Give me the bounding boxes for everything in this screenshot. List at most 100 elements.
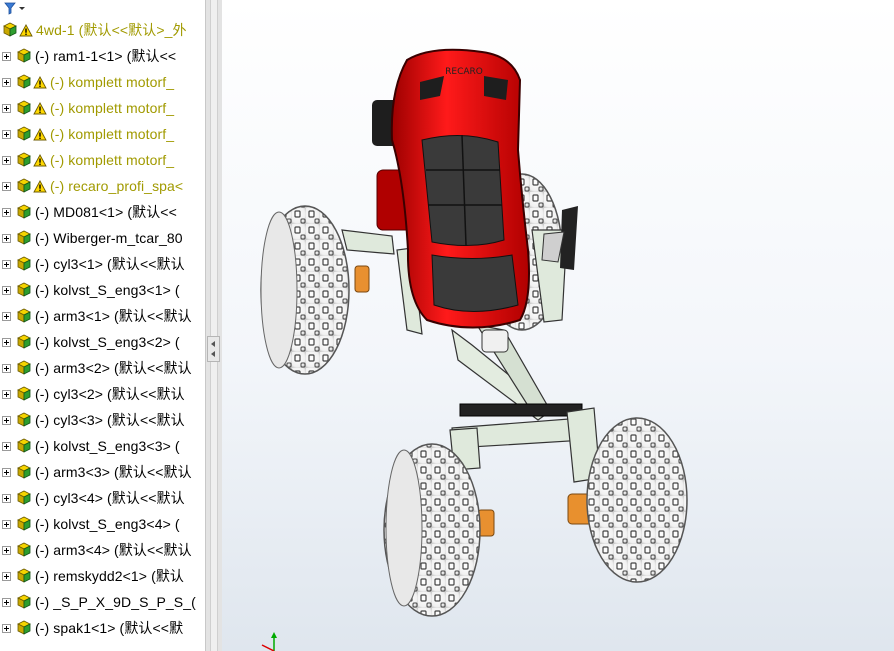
tree-node-label: (-) kolvst_S_eng3<1> ( xyxy=(35,282,180,298)
tree-node[interactable]: (-) arm3<2> (默认<<默认 xyxy=(0,356,205,380)
tree-node-label: (-) cyl3<4> (默认<<默认 xyxy=(35,490,185,506)
expand-toggle[interactable] xyxy=(2,77,11,87)
tree-root-label: 4wd-1 (默认<<默认>_外 xyxy=(36,22,187,38)
tree-node[interactable]: (-) kolvst_S_eng3<2> ( xyxy=(0,330,205,354)
tree-node[interactable]: (-) _S_P_X_9D_S_P_S_( xyxy=(0,590,205,614)
tree-node[interactable]: (-) MD081<1> (默认<< xyxy=(0,200,205,224)
front-left-tire[interactable] xyxy=(383,443,481,617)
tree-node[interactable]: (-) Wiberger-m_tcar_80 xyxy=(0,226,205,250)
expand-toggle[interactable] xyxy=(2,415,11,425)
tree-node[interactable]: (-) komplett motorf_ xyxy=(0,96,205,120)
tree-node[interactable]: (-) arm3<3> (默认<<默认 xyxy=(0,460,205,484)
expand-toggle[interactable] xyxy=(2,493,11,503)
filter-button[interactable] xyxy=(2,1,30,16)
tree-node[interactable]: (-) remskydd2<1> (默认 xyxy=(0,564,205,588)
warning-icon xyxy=(33,75,47,88)
tree-node[interactable]: (-) kolvst_S_eng3<3> ( xyxy=(0,434,205,458)
subassembly-icon xyxy=(17,516,31,531)
tree-node[interactable]: (-) ram1-1<1> (默认<< xyxy=(0,44,205,68)
warning-icon xyxy=(19,23,33,36)
subassembly-icon xyxy=(17,282,31,297)
expand-toggle[interactable] xyxy=(2,285,11,295)
tree-node[interactable]: (-) arm3<1> (默认<<默认 xyxy=(0,304,205,328)
tree-node[interactable]: (-) komplett motorf_ xyxy=(0,148,205,172)
seat-brand-text: RECARO xyxy=(445,67,483,77)
tree-node-label: (-) cyl3<1> (默认<<默认 xyxy=(35,256,185,272)
subassembly-icon xyxy=(17,256,31,271)
tree-node[interactable]: (-) cyl3<3> (默认<<默认 xyxy=(0,408,205,432)
tree-node-label: (-) remskydd2<1> (默认 xyxy=(35,568,185,584)
tree-filter-bar xyxy=(0,0,205,17)
collapse-arrows-icon xyxy=(211,341,215,357)
expand-toggle[interactable] xyxy=(2,233,11,243)
assembly-icon xyxy=(3,22,17,37)
tree-node[interactable]: (-) kolvst_S_eng3<4> ( xyxy=(0,512,205,536)
tree-node-label: (-) ram1-1<1> (默认<< xyxy=(35,48,177,64)
tree-node-label: (-) spak1<1> (默认<<默 xyxy=(35,620,184,636)
subassembly-icon xyxy=(17,464,31,479)
tree-node-label: (-) komplett motorf_ xyxy=(50,152,175,168)
tree-node[interactable]: (-) komplett motorf_ xyxy=(0,122,205,146)
splitter-grip[interactable] xyxy=(207,336,220,362)
tree-node[interactable]: (-) arm3<4> (默认<<默认 xyxy=(0,538,205,562)
expand-toggle[interactable] xyxy=(2,337,11,347)
tree-node[interactable]: (-) cyl3<2> (默认<<默认 xyxy=(0,382,205,406)
subassembly-icon xyxy=(17,360,31,375)
tree-node-label: (-) kolvst_S_eng3<2> ( xyxy=(35,334,180,350)
expand-toggle[interactable] xyxy=(2,311,11,321)
expand-toggle[interactable] xyxy=(2,103,11,113)
feature-tree-panel: 4wd-1 (默认<<默认>_外 (-) ram1-1<1> (默认<< (-) k… xyxy=(0,0,205,651)
expand-toggle[interactable] xyxy=(2,571,11,581)
subassembly-icon xyxy=(17,126,31,141)
subassembly-icon xyxy=(17,204,31,219)
subassembly-icon xyxy=(17,490,31,505)
tree-root-node[interactable]: 4wd-1 (默认<<默认>_外 xyxy=(0,18,205,42)
tree-node[interactable]: (-) kolvst_S_eng3<1> ( xyxy=(0,278,205,302)
tree-node-label: (-) recaro_profi_spa< xyxy=(50,178,184,194)
expand-toggle[interactable] xyxy=(2,441,11,451)
subassembly-icon xyxy=(17,334,31,349)
expand-toggle[interactable] xyxy=(2,363,11,373)
vehicle-3d-model[interactable]: RECARO xyxy=(222,0,894,651)
subassembly-icon xyxy=(17,152,31,167)
rear-left-tire[interactable] xyxy=(260,205,350,375)
expand-toggle[interactable] xyxy=(2,207,11,217)
coordinate-triad-icon xyxy=(261,632,277,651)
panel-splitter[interactable] xyxy=(205,0,222,651)
tree-node[interactable]: (-) cyl3<4> (默认<<默认 xyxy=(0,486,205,510)
tree-node[interactable]: (-) cyl3<1> (默认<<默认 xyxy=(0,252,205,276)
expand-toggle[interactable] xyxy=(2,181,11,191)
expand-toggle[interactable] xyxy=(2,155,11,165)
expand-toggle[interactable] xyxy=(2,129,11,139)
subassembly-icon xyxy=(17,386,31,401)
tree-node[interactable]: (-) spak1<1> (默认<<默 xyxy=(0,616,205,640)
expand-toggle[interactable] xyxy=(2,519,11,529)
tree-node-label: (-) _S_P_X_9D_S_P_S_( xyxy=(35,594,196,610)
expand-toggle[interactable] xyxy=(2,623,11,633)
expand-toggle[interactable] xyxy=(2,51,11,61)
tree-node[interactable]: (-) recaro_profi_spa< xyxy=(0,174,205,198)
racing-seat[interactable]: RECARO xyxy=(390,48,530,329)
funnel-icon xyxy=(4,2,25,15)
expand-toggle[interactable] xyxy=(2,259,11,269)
tree-node-label: (-) arm3<2> (默认<<默认 xyxy=(35,360,192,376)
graphics-viewport[interactable]: RECARO xyxy=(222,0,894,651)
front-right-tire[interactable] xyxy=(586,417,688,583)
subassembly-icon xyxy=(17,74,31,89)
warning-icon xyxy=(33,179,47,192)
tree-node[interactable]: (-) komplett motorf_ xyxy=(0,70,205,94)
expand-toggle[interactable] xyxy=(2,389,11,399)
tree-node-label: (-) kolvst_S_eng3<4> ( xyxy=(35,516,180,532)
tree-node-label: (-) komplett motorf_ xyxy=(50,74,175,90)
splitter-track xyxy=(210,0,218,651)
tree-node-label: (-) cyl3<3> (默认<<默认 xyxy=(35,412,185,428)
subassembly-icon xyxy=(17,308,31,323)
tree-node-label: (-) MD081<1> (默认<< xyxy=(35,204,177,220)
tree-node-label: (-) arm3<1> (默认<<默认 xyxy=(35,308,192,324)
expand-toggle[interactable] xyxy=(2,597,11,607)
expand-toggle[interactable] xyxy=(2,545,11,555)
tree-node-label: (-) komplett motorf_ xyxy=(50,126,175,142)
tree-node-label: (-) arm3<3> (默认<<默认 xyxy=(35,464,192,480)
expand-toggle[interactable] xyxy=(2,467,11,477)
subassembly-icon xyxy=(17,542,31,557)
